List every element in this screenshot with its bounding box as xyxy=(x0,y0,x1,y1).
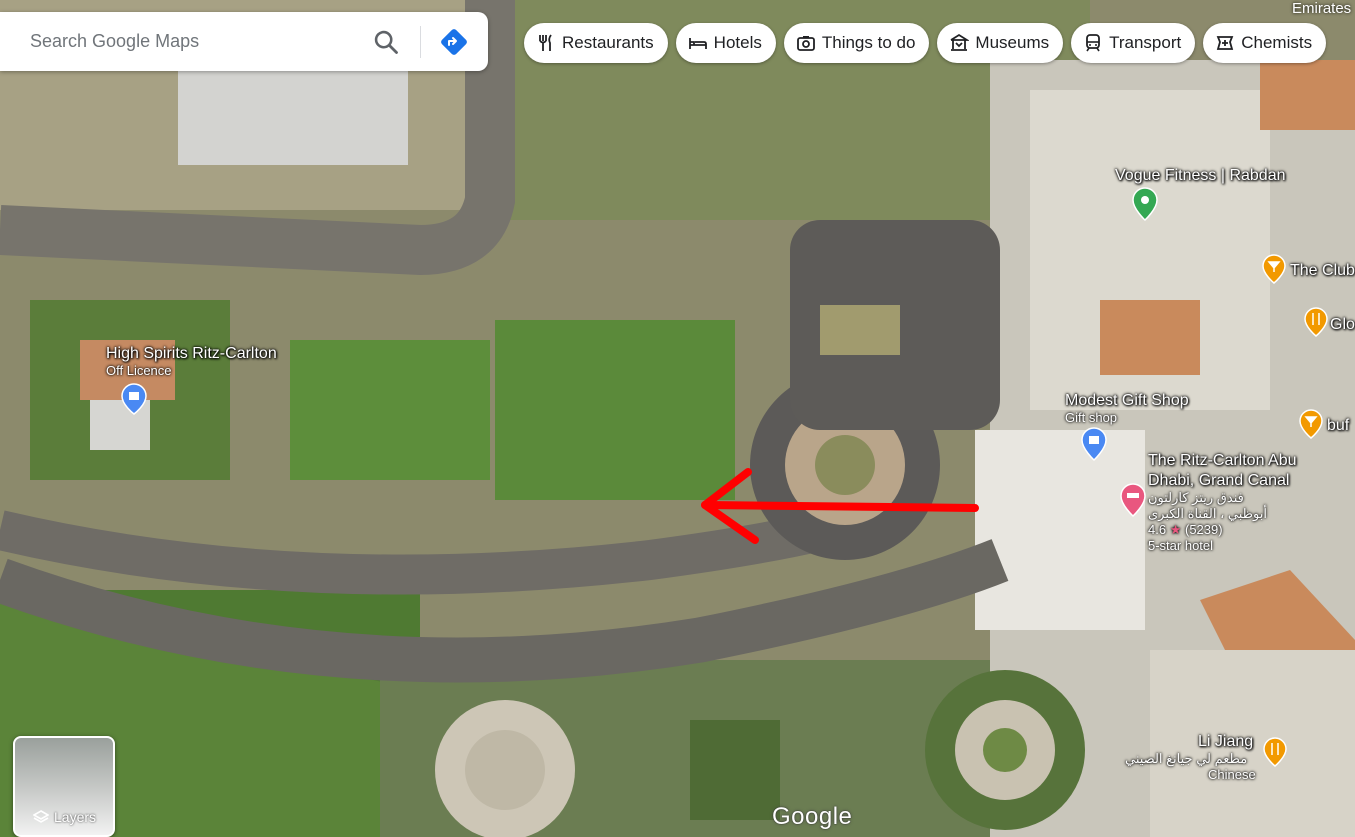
search-input[interactable] xyxy=(28,30,362,53)
building-roof xyxy=(975,430,1145,630)
poi-name-glo[interactable]: Glo xyxy=(1330,316,1355,334)
category-chips: Restaurants Hotels Things to do Museums … xyxy=(524,23,1327,63)
poi-arabic-ritz-carlton-line1: فندق ريتز كارلتون xyxy=(1148,490,1244,505)
poi-name-the-club[interactable]: The Club xyxy=(1290,262,1355,280)
chip-label: Museums xyxy=(975,33,1050,52)
region-label: Emirates xyxy=(1292,0,1352,17)
review-count: (5239) xyxy=(1184,522,1223,537)
chip-chemists[interactable]: Chemists xyxy=(1203,23,1327,63)
poi-category-high-spirits: Off Licence xyxy=(106,363,172,378)
camera-icon xyxy=(796,36,815,51)
restaurant-icon xyxy=(539,34,552,51)
chip-label: Hotels xyxy=(713,33,762,52)
chip-museums[interactable]: Museums xyxy=(937,23,1064,63)
poi-arabic-li-jiang: مطعم لي جيانغ الصيني xyxy=(1125,751,1248,766)
warehouse-roof xyxy=(178,70,408,165)
chip-restaurants[interactable]: Restaurants xyxy=(524,23,668,63)
poi-name-modest-gift-shop[interactable]: Modest Gift Shop xyxy=(1065,392,1189,410)
chip-hotels[interactable]: Hotels xyxy=(675,23,776,63)
pharmacy-icon xyxy=(1216,36,1234,50)
poi-name-vogue-fitness[interactable]: Vogue Fitness | Rabdan xyxy=(1115,167,1286,185)
directions-icon[interactable] xyxy=(438,26,470,58)
search-divider xyxy=(420,26,421,58)
train-icon xyxy=(1086,34,1101,52)
chip-label: Restaurants xyxy=(562,33,654,52)
poi-name-ritz-carlton-line2[interactable]: Dhabi, Grand Canal xyxy=(1148,472,1289,490)
layers-label-row: Layers xyxy=(33,809,96,825)
poi-category-ritz-carlton: 5-star hotel xyxy=(1148,538,1214,553)
building-roof xyxy=(1100,300,1200,375)
search-box xyxy=(0,12,488,71)
bed-icon xyxy=(688,38,707,49)
circular-garden xyxy=(465,730,545,810)
chip-label: Transport xyxy=(1109,33,1182,52)
poi-category-li-jiang: Chinese xyxy=(1208,767,1256,782)
satellite-map[interactable] xyxy=(0,0,1355,837)
lawn xyxy=(820,305,900,355)
poi-name-buf[interactable]: buf xyxy=(1327,417,1349,435)
chip-things-to-do[interactable]: Things to do xyxy=(783,23,930,63)
poi-category-modest-gift-shop: Gift shop xyxy=(1065,410,1118,425)
search-icon[interactable] xyxy=(372,28,400,56)
chip-transport[interactable]: Transport xyxy=(1071,23,1196,63)
chip-label: Chemists xyxy=(1241,33,1313,52)
google-logo: Google xyxy=(772,803,853,830)
poi-name-li-jiang[interactable]: Li Jiang xyxy=(1198,733,1253,751)
layers-label: Layers xyxy=(54,809,97,825)
layers-icon xyxy=(33,810,49,823)
layers-button[interactable]: Layers xyxy=(13,736,115,837)
building-roof xyxy=(1260,60,1355,130)
poi-rating-ritz-carlton: 4.6 ★ (5239) xyxy=(1148,522,1223,538)
poi-arabic-ritz-carlton-line2: أبوظبي ، القناة الكبرى xyxy=(1148,506,1267,521)
poi-name-high-spirits[interactable]: High Spirits Ritz-Carlton xyxy=(106,345,277,363)
lawn xyxy=(290,340,490,480)
lawn xyxy=(495,320,735,500)
maze-garden xyxy=(690,720,780,820)
poi-name-ritz-carlton-line1[interactable]: The Ritz-Carlton Abu xyxy=(1148,452,1297,470)
museum-icon xyxy=(950,33,970,51)
star-icon: ★ xyxy=(1169,522,1182,537)
chip-label: Things to do xyxy=(821,33,916,52)
circular-garden xyxy=(983,728,1027,772)
rating-value: 4.6 xyxy=(1148,522,1167,537)
fountain xyxy=(815,435,875,495)
